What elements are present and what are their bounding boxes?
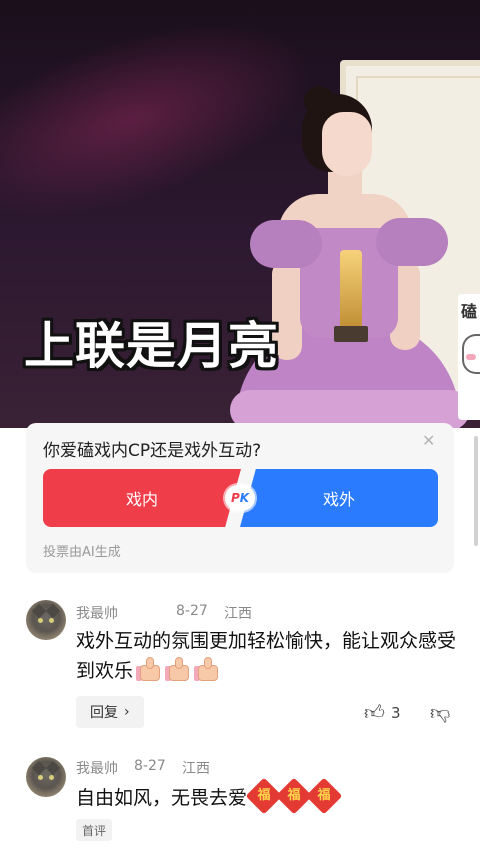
cat-ear-icon <box>31 760 47 776</box>
pk-badge-icon: PK <box>225 485 255 511</box>
thumbs-up-icon <box>136 657 162 681</box>
hair-bun <box>304 86 334 116</box>
cat-eye-icon <box>49 775 54 780</box>
cat-ear-icon <box>45 760 61 776</box>
pk-badge-p: P <box>230 491 240 505</box>
comment-text: 自由如风，无畏去爱福福福 <box>76 777 456 815</box>
comment-username[interactable]: 我最帅 <box>76 758 118 778</box>
cat-eye-icon <box>38 775 43 780</box>
poll-option-right-label: 戏外 <box>322 490 355 509</box>
thumbs-up-icon <box>194 657 220 681</box>
poll-question: 你爱磕戏内CP还是戏外互动? <box>43 441 262 461</box>
comment-date: 8-27 <box>176 603 208 619</box>
poll-option-left-label: 戏内 <box>125 490 158 509</box>
trophy-base <box>334 326 368 342</box>
poll-card: 你爱磕戏内CP还是戏外互动? ✕ 戏内 戏外 PK 投票由AI生成 <box>26 423 454 573</box>
comment-body: 戏外互动的氛围更加轻松愉快，能让观众感受到欢乐 <box>76 630 457 682</box>
cartoon-blush <box>466 354 476 360</box>
poll-option-right-button[interactable]: 戏外 <box>240 469 438 527</box>
thumbs-up-icon <box>165 657 191 681</box>
video-caption: 上联是月亮 <box>24 317 279 375</box>
comment-location: 江西 <box>224 606 252 622</box>
sleeve-left <box>250 220 322 268</box>
reply-label: 回复 <box>90 705 118 721</box>
poll-option-left-button[interactable]: 戏内 <box>43 469 241 527</box>
comment-location: 江西 <box>182 761 210 777</box>
scrollbar[interactable] <box>474 436 478 546</box>
fu-blessing-icon: 福 <box>305 777 343 815</box>
close-icon[interactable]: ✕ <box>422 433 435 449</box>
cat-eye-icon <box>38 618 43 623</box>
chevron-right-icon: › <box>124 704 130 720</box>
first-comment-badge: 首评 <box>76 819 113 841</box>
cat-ear-icon <box>31 603 47 619</box>
pk-badge-k: K <box>239 491 250 505</box>
comment-text: 戏外互动的氛围更加轻松愉快，能让观众感受到欢乐 <box>76 626 456 686</box>
poll-footnote: 投票由AI生成 <box>43 545 121 560</box>
sleeve-right <box>376 218 448 266</box>
cat-eye-icon <box>49 618 54 623</box>
side-sticker-text: 磕 <box>461 302 478 321</box>
comment-username[interactable]: 我最帅 <box>76 603 118 623</box>
dislike-icon[interactable]: 👎︎ <box>430 700 450 725</box>
avatar[interactable] <box>26 600 66 640</box>
video-player[interactable]: 磕 上联是月亮 <box>0 0 480 428</box>
side-sticker: 磕 <box>458 294 480 420</box>
like-count: 3 <box>391 704 401 722</box>
cat-ear-icon <box>45 603 61 619</box>
reply-button[interactable]: 回复 › <box>76 696 144 728</box>
like-icon[interactable]: 👍︎ <box>364 700 385 725</box>
comment-body: 自由如风，无畏去爱 <box>76 787 248 809</box>
comment-date: 8-27 <box>134 758 166 774</box>
avatar[interactable] <box>26 757 66 797</box>
face <box>322 112 372 176</box>
